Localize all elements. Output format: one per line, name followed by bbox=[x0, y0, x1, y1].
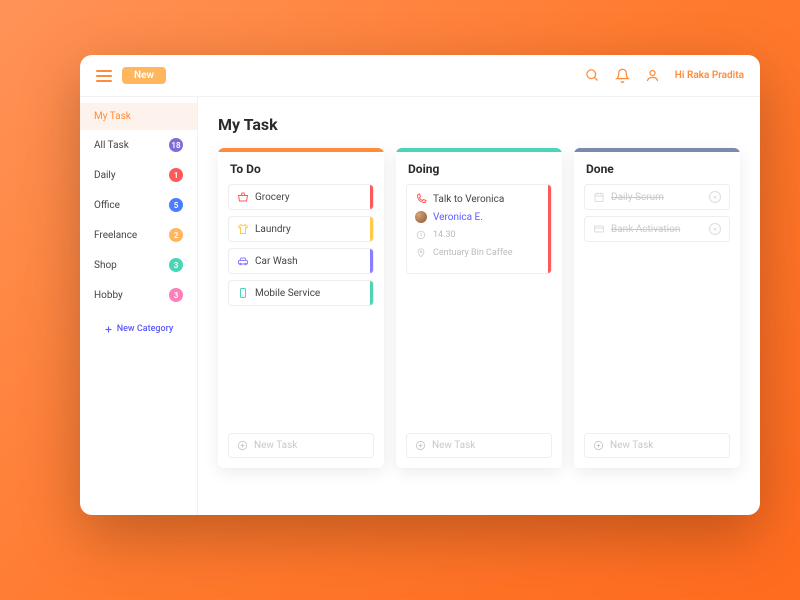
count-badge: 3 bbox=[169, 288, 183, 302]
phone-icon bbox=[415, 193, 427, 205]
new-button[interactable]: New bbox=[122, 67, 166, 84]
user-icon[interactable] bbox=[645, 68, 661, 84]
clock-icon bbox=[415, 229, 427, 241]
remove-icon[interactable]: × bbox=[709, 191, 721, 203]
sidebar-item-office[interactable]: Office 5 bbox=[80, 190, 197, 220]
menu-icon[interactable] bbox=[96, 70, 112, 82]
column-done: Done Daily Scrum × Bank Activation × bbox=[574, 148, 740, 468]
column-title: To Do bbox=[218, 152, 384, 184]
sidebar-item-label: All Task bbox=[94, 140, 129, 151]
search-icon[interactable] bbox=[585, 68, 601, 84]
topbar-right: Hi Raka Pradita bbox=[585, 68, 744, 84]
column-body: Daily Scrum × Bank Activation × bbox=[574, 184, 740, 423]
avatar bbox=[415, 211, 427, 223]
count-badge: 3 bbox=[169, 258, 183, 272]
sidebar-item-label: Freelance bbox=[94, 230, 137, 241]
page-title: My Task bbox=[218, 115, 740, 134]
task-card[interactable]: Grocery bbox=[228, 184, 374, 210]
app-body: My Task All Task 18 Daily 1 Office 5 Fre… bbox=[80, 97, 760, 515]
add-task-label: New Task bbox=[432, 440, 475, 451]
count-badge: 5 bbox=[169, 198, 183, 212]
column-doing: Doing Talk to Veronica Veronica E. bbox=[396, 148, 562, 468]
sidebar: My Task All Task 18 Daily 1 Office 5 Fre… bbox=[80, 97, 198, 515]
add-task-label: New Task bbox=[610, 440, 653, 451]
task-card[interactable]: Car Wash bbox=[228, 248, 374, 274]
task-title: Talk to Veronica bbox=[433, 194, 504, 205]
column-body: Talk to Veronica Veronica E. 14.30 bbox=[396, 184, 562, 423]
topbar: New Hi Raka Pradita bbox=[80, 55, 760, 97]
sidebar-item-label: Shop bbox=[94, 260, 117, 271]
shirt-icon bbox=[237, 223, 249, 235]
kanban-columns: To Do Grocery Laundry bbox=[218, 148, 740, 468]
sidebar-item-label: Office bbox=[94, 200, 120, 211]
sidebar-item-mytask[interactable]: My Task bbox=[80, 103, 197, 130]
column-todo: To Do Grocery Laundry bbox=[218, 148, 384, 468]
task-label: Bank Activation bbox=[611, 224, 680, 235]
remove-icon[interactable]: × bbox=[709, 223, 721, 235]
column-title: Done bbox=[574, 152, 740, 184]
bell-icon[interactable] bbox=[615, 68, 631, 84]
task-person: Veronica E. bbox=[433, 212, 483, 223]
task-label: Grocery bbox=[255, 192, 290, 203]
task-card-expanded[interactable]: Talk to Veronica Veronica E. 14.30 bbox=[406, 184, 552, 274]
count-badge: 2 bbox=[169, 228, 183, 242]
sidebar-item-hobby[interactable]: Hobby 3 bbox=[80, 280, 197, 310]
add-task-button[interactable]: New Task bbox=[228, 433, 374, 458]
task-card-done[interactable]: Bank Activation × bbox=[584, 216, 730, 242]
task-label: Car Wash bbox=[255, 256, 298, 267]
sidebar-item-label: Hobby bbox=[94, 290, 123, 301]
new-category-button[interactable]: New Category bbox=[104, 324, 174, 334]
priority-stripe bbox=[370, 217, 373, 241]
app-window: New Hi Raka Pradita My Task All Task 18 bbox=[80, 55, 760, 515]
column-body: Grocery Laundry Car Wash bbox=[218, 184, 384, 423]
task-location: Centuary Bin Caffee bbox=[433, 248, 512, 258]
sidebar-item-daily[interactable]: Daily 1 bbox=[80, 160, 197, 190]
sidebar-item-alltask[interactable]: All Task 18 bbox=[80, 130, 197, 160]
task-label: Laundry bbox=[255, 224, 291, 235]
column-title: Doing bbox=[396, 152, 562, 184]
card-icon bbox=[593, 223, 605, 235]
main-content: My Task To Do Grocery Laundry bbox=[198, 97, 760, 515]
sidebar-item-label: Daily bbox=[94, 170, 116, 181]
add-task-button[interactable]: New Task bbox=[584, 433, 730, 458]
count-badge: 1 bbox=[169, 168, 183, 182]
add-task-button[interactable]: New Task bbox=[406, 433, 552, 458]
task-time: 14.30 bbox=[433, 230, 456, 240]
car-icon bbox=[237, 255, 249, 267]
sidebar-item-shop[interactable]: Shop 3 bbox=[80, 250, 197, 280]
add-task-label: New Task bbox=[254, 440, 297, 451]
calendar-icon bbox=[593, 191, 605, 203]
location-icon bbox=[415, 247, 427, 259]
count-badge: 18 bbox=[169, 138, 183, 152]
task-card[interactable]: Laundry bbox=[228, 216, 374, 242]
priority-stripe bbox=[548, 185, 551, 273]
sidebar-item-freelance[interactable]: Freelance 2 bbox=[80, 220, 197, 250]
priority-stripe bbox=[370, 185, 373, 209]
greeting-text: Hi Raka Pradita bbox=[675, 70, 744, 81]
task-card[interactable]: Mobile Service bbox=[228, 280, 374, 306]
task-card-done[interactable]: Daily Scrum × bbox=[584, 184, 730, 210]
priority-stripe bbox=[370, 249, 373, 273]
new-category-label: New Category bbox=[117, 324, 174, 334]
mobile-icon bbox=[237, 287, 249, 299]
priority-stripe bbox=[370, 281, 373, 305]
task-label: Daily Scrum bbox=[611, 192, 664, 203]
basket-icon bbox=[237, 191, 249, 203]
sidebar-item-label: My Task bbox=[94, 111, 131, 122]
task-label: Mobile Service bbox=[255, 288, 320, 299]
